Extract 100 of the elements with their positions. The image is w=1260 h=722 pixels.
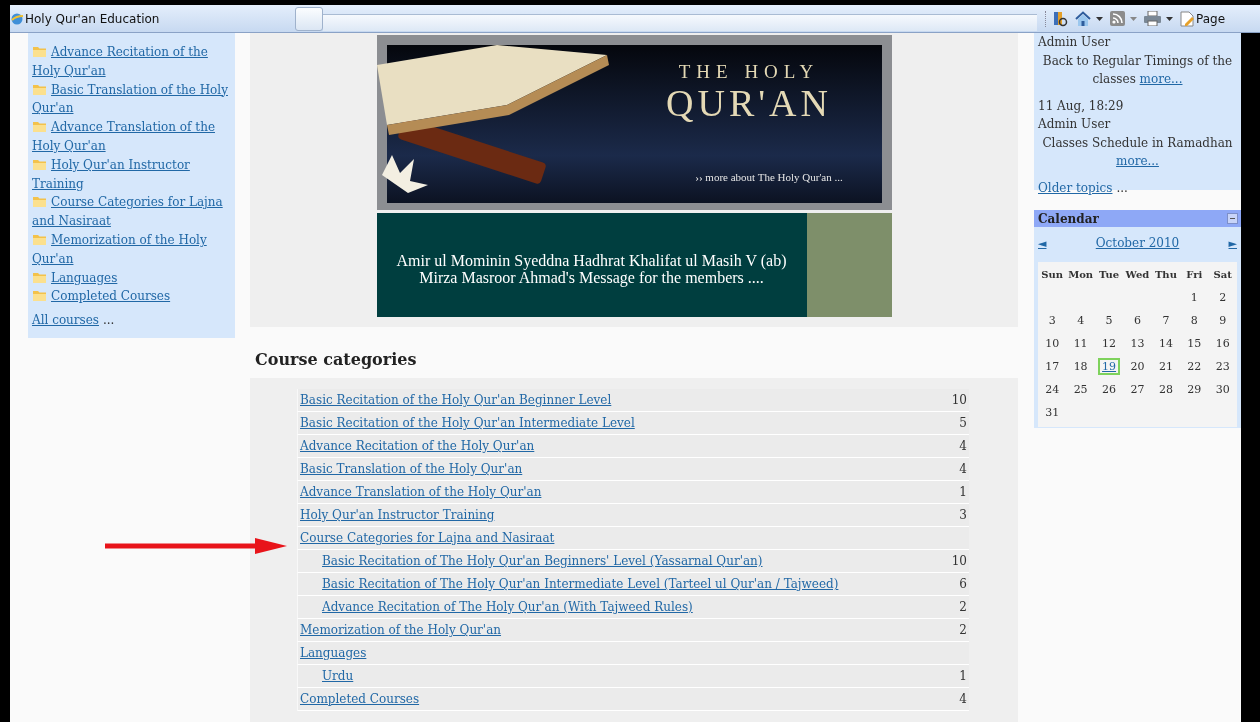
collapse-icon[interactable] [1227,213,1238,224]
course-count: 2 [959,600,967,614]
category-link[interactable]: Basic Recitation of the Holy Qur'an Intermediate Level [300,416,635,430]
calendar-day: 18 [1073,360,1088,373]
calendar-day: 14 [1158,337,1173,350]
category-link[interactable]: Course Categories for Lajna and Nasiraat [300,531,555,545]
calendar-day: 12 [1102,337,1117,350]
month-link[interactable]: October 2010 [1095,236,1180,250]
ellipsis-text: ... [1116,180,1128,195]
calendar-day: 21 [1158,360,1173,373]
calendar-day: 7 [1162,314,1170,327]
today-date[interactable]: 19 [1098,358,1121,375]
category-link[interactable]: Advance Translation of the Holy Qur'an [300,485,542,499]
category-link[interactable]: Completed Courses [300,692,420,706]
folder-icon [32,44,47,58]
page-icon [1180,10,1194,27]
previous-month-button[interactable]: ◄ [1038,236,1047,250]
all-courses-link[interactable]: All courses [32,313,99,328]
course-count: 6 [959,577,967,591]
caret-icon[interactable] [1166,16,1173,21]
section-heading: Course categories [255,350,418,371]
folder-icon [32,119,47,134]
calendar-day: 17 [1045,360,1060,373]
course-count: 4 [959,692,967,706]
weekday-label: Wed [1125,269,1150,280]
home-icon[interactable] [1075,10,1091,27]
browser-icon [11,11,23,26]
category-link[interactable]: Urdu [322,669,354,683]
category-link[interactable]: Basic Translation of the Holy Qur'an [32,80,231,119]
printer-icon[interactable] [1144,11,1161,26]
course-count: 10 [951,554,967,568]
calendar-day: 27 [1130,383,1145,396]
folder-icon [32,288,47,303]
category-link[interactable]: Advance Recitation of the Holy Qur'an [32,43,231,81]
course-count: 10 [951,393,967,407]
banner-more-link[interactable]: ›› more about The Holy Qur'an ... [695,171,843,183]
message-banner[interactable]: Amir ul Mominin Syeddna Hadhrat Khalifat ul Masih V (ab) Mirza Masroor Ahmad's Message for the members .... [376,213,892,317]
weekday-label: Sat [1213,269,1232,280]
post-author: Admin User [1038,116,1112,133]
calendar-day: 20 [1130,360,1145,373]
older-topics-link[interactable]: Older topics [1038,180,1113,195]
course-count: 4 [959,462,967,476]
calendar-day: 26 [1102,383,1117,396]
category-link[interactable]: Basic Recitation of the Holy Qur'an Beginner Level [300,393,612,407]
weekday-label: Fri [1186,269,1203,280]
calendar-day: 11 [1073,337,1088,350]
banner-heading: THE HOLY [678,61,820,83]
category-link[interactable]: Languages [32,268,231,288]
more-link[interactable]: more... [1116,154,1159,168]
course-count: 4 [959,439,967,453]
calendar-day: 2 [1219,291,1227,304]
window-title: Holy Qur'an Education [25,11,160,26]
banner-title: QUR'AN [666,83,832,123]
weekday-label: Sun [1041,269,1064,280]
category-link[interactable]: Memorization of the Holy Qur'an [32,230,231,269]
weekday-label: Tue [1099,269,1120,280]
calendar-day: 28 [1158,383,1173,396]
category-link[interactable]: Languages [300,646,367,660]
category-link[interactable]: Basic Recitation of The Holy Qur'an Beginners' Level (Yassarnal Qur'an) [322,554,763,568]
calendar-day: 9 [1219,314,1227,327]
calendar-day: 30 [1215,383,1230,396]
calendar-day: 13 [1130,337,1145,350]
course-count: 2 [959,623,967,637]
weekday-label: Mon [1068,269,1094,280]
weekday-label: Thu [1154,269,1177,280]
calendar-day: 6 [1134,314,1141,327]
more-link[interactable]: more... [1139,72,1183,86]
rss-icon[interactable] [1110,11,1125,26]
calendar-day: 16 [1215,337,1230,350]
calendar-day: 25 [1073,383,1088,396]
category-link[interactable]: Holy Qur'an Instructor Training [300,508,495,522]
banner-message: Amir ul Mominin Syeddna Hadhrat Khalifat ul Masih V (ab) [396,252,787,269]
calendar-title: Calendar [1038,211,1099,226]
caret-icon[interactable] [1096,16,1103,21]
calendar-day: 23 [1215,360,1230,373]
course-count: 3 [959,508,967,522]
next-month-button[interactable]: ► [1228,236,1237,250]
calendar-day: 4 [1077,314,1085,327]
category-link[interactable]: Basic Translation of the Holy Qur'an [300,462,523,476]
category-link[interactable]: Basic Recitation of The Holy Qur'an Intermediate Level (Tarteel ul Qur'an / Tajweed) [322,577,839,591]
post-subject: Back to Regular Timings of the classes more... [1041,52,1234,88]
folder-icon [32,194,47,209]
course-count: 1 [959,485,967,499]
banner-message: Mirza Masroor Ahmad's Message for the members .... [419,269,764,286]
category-link[interactable]: Advance Recitation of The Holy Qur'an (With Tajweed Rules) [322,600,693,614]
category-link[interactable]: Course Categories for Lajna and Nasiraat [32,193,231,231]
post-date: 11 Aug, 18:29 [1038,97,1125,115]
calendar-day: 29 [1187,383,1202,396]
calendar-day: 8 [1190,314,1198,327]
category-link[interactable]: Holy Qur'an Instructor Training [32,155,231,194]
post-subject: Classes Schedule in Ramadhan more... [1041,134,1234,170]
category-link[interactable]: Completed Courses [32,287,231,307]
calendar-day: 22 [1187,360,1202,373]
calendar-day: 5 [1105,314,1113,327]
category-link[interactable]: Advance Translation of the Holy Qur'an [32,118,231,156]
category-link[interactable]: Memorization of the Holy Qur'an [300,623,502,637]
page-menu-button[interactable]: Page [1180,10,1226,27]
category-link[interactable]: Advance Recitation of the Holy Qur'an [300,439,535,453]
calendar-day: 1 [1190,291,1198,304]
calendar-day: 15 [1187,337,1202,350]
